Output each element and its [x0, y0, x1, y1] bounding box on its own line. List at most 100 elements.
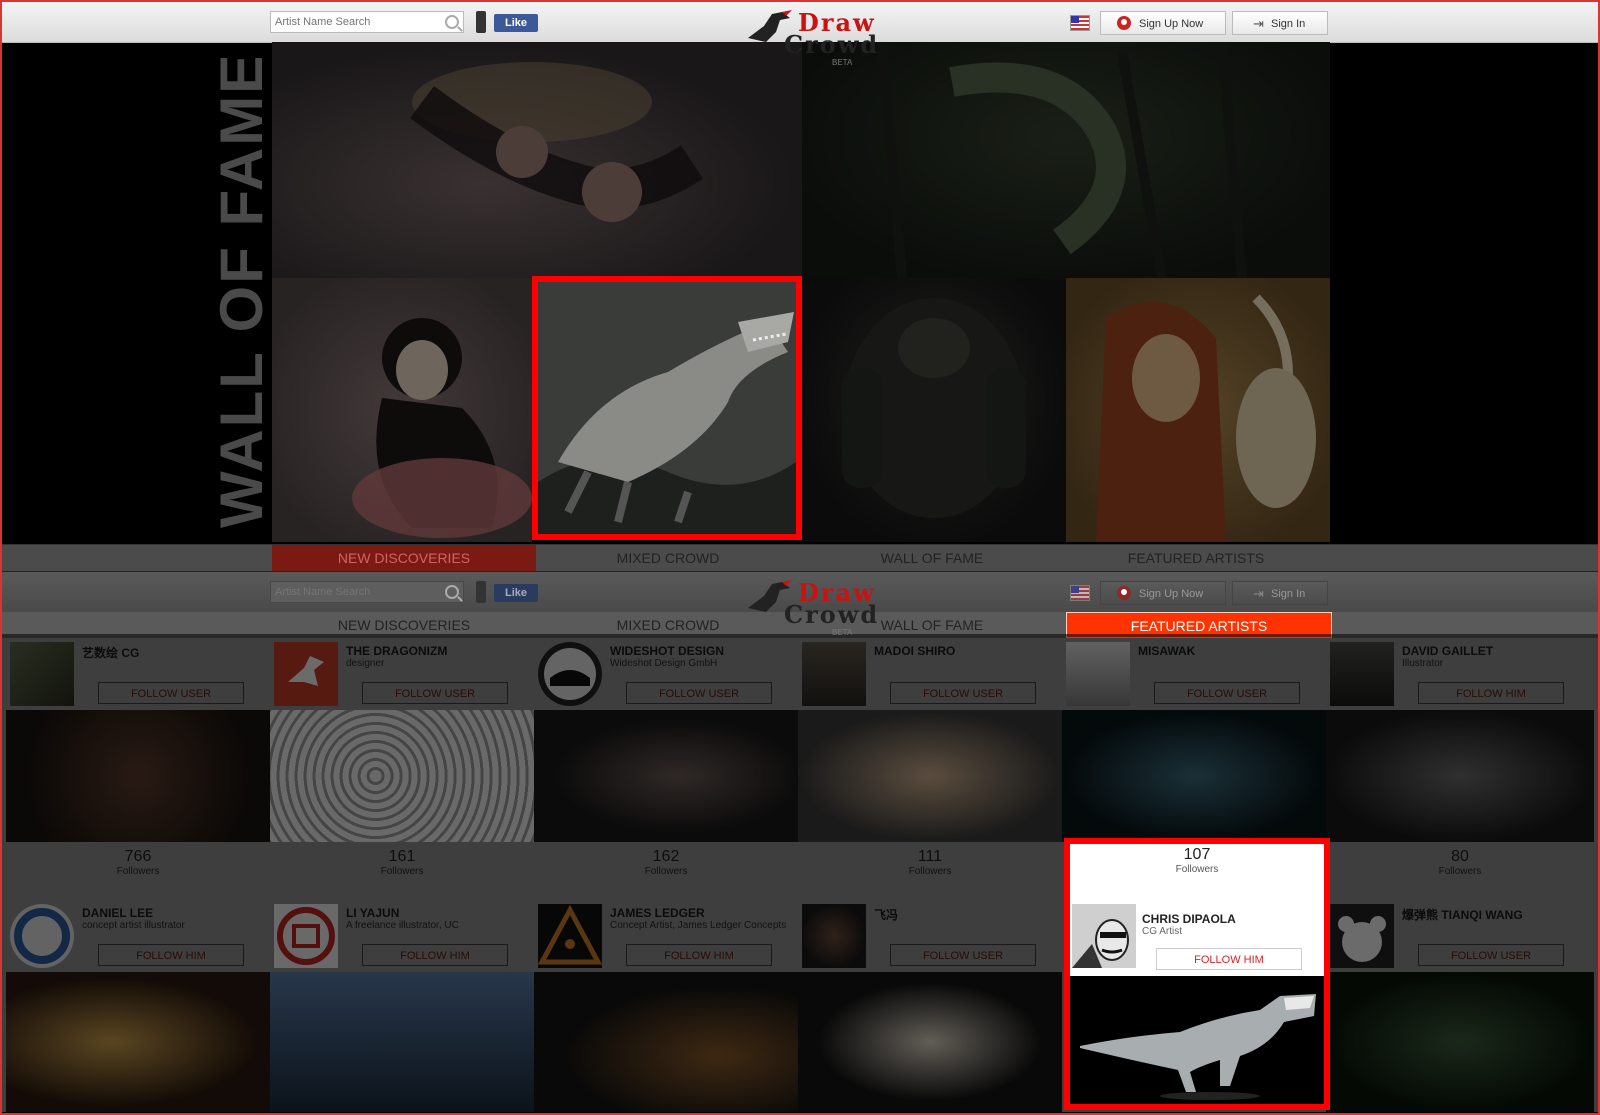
- sign-up-button-2[interactable]: Sign Up Now: [1100, 581, 1226, 605]
- artist-card[interactable]: 爆弹熊 TIANQI WANG FOLLOW USER: [1326, 900, 1594, 972]
- avatar[interactable]: [10, 642, 74, 706]
- follow-button[interactable]: FOLLOW USER: [98, 682, 244, 704]
- artist-role: concept artist illustrator: [82, 920, 185, 931]
- user-icon: [1117, 586, 1131, 600]
- avatar[interactable]: [538, 642, 602, 706]
- follow-button[interactable]: FOLLOW HIM: [362, 944, 508, 966]
- facebook-like-button-2[interactable]: Like: [494, 584, 538, 602]
- top-header: Like Draw Crowd BETA Sign Up Now ⇥ Sign …: [2, 2, 1598, 67]
- artist-card[interactable]: WIDESHOT DESIGN Wideshot Design GmbH FOL…: [534, 638, 798, 710]
- artist-artwork[interactable]: [534, 710, 798, 842]
- tab-mixed-crowd-top[interactable]: MIXED CROWD: [536, 545, 800, 571]
- mobile-icon[interactable]: [476, 11, 486, 33]
- artist-name[interactable]: DANIEL LEE: [82, 906, 153, 920]
- sign-in-button[interactable]: ⇥ Sign In: [1232, 11, 1328, 35]
- artist-artwork[interactable]: [1062, 710, 1326, 842]
- artist-card[interactable]: DAVID GAILLET Illustrator FOLLOW HIM: [1326, 638, 1594, 710]
- artist-card[interactable]: MISAWAK FOLLOW USER: [1062, 638, 1326, 710]
- artist-role: Concept Artist, James Ledger Concepts: [610, 920, 787, 931]
- facebook-like-button[interactable]: Like: [494, 14, 538, 32]
- featured-artists-grid: 艺数绘 CG FOLLOW USER THE DRAGONIZM designe…: [2, 638, 1598, 1112]
- drawcrowd-logo-2[interactable]: Draw Crowd BETA: [746, 574, 877, 638]
- artist-name[interactable]: THE DRAGONIZM: [346, 644, 447, 658]
- artist-name[interactable]: CHRIS DIPAOLA: [1142, 912, 1236, 926]
- drawcrowd-logo[interactable]: Draw Crowd BETA: [746, 4, 877, 68]
- us-flag-icon[interactable]: [1070, 15, 1090, 31]
- sign-up-button[interactable]: Sign Up Now: [1100, 11, 1226, 35]
- sign-in-label: Sign In: [1271, 18, 1306, 30]
- follow-button[interactable]: FOLLOW USER: [890, 944, 1036, 966]
- artist-name[interactable]: 爆弹熊 TIANQI WANG: [1402, 906, 1523, 923]
- follow-button[interactable]: FOLLOW USER: [890, 682, 1036, 704]
- artist-card[interactable]: JAMES LEDGER Concept Artist, James Ledge…: [534, 900, 798, 972]
- gallery-artwork-armored-beast[interactable]: [802, 278, 1066, 542]
- artist-artwork[interactable]: [6, 710, 270, 842]
- gallery-artwork-lovers[interactable]: [272, 42, 802, 278]
- artist-card[interactable]: LI YAJUN A freelance illustrator, UC FOL…: [270, 900, 534, 972]
- gallery-artwork-redhead-girl[interactable]: [1066, 278, 1330, 542]
- wall-of-fame-banner: WALL OF FAME: [214, 58, 270, 528]
- tab-wall-of-fame-top[interactable]: WALL OF FAME: [800, 545, 1064, 571]
- artist-artwork[interactable]: [270, 972, 534, 1112]
- sign-in-button-2[interactable]: ⇥ Sign In: [1232, 581, 1328, 605]
- tab-featured-artists-top[interactable]: FEATURED ARTISTS: [1064, 545, 1328, 571]
- follow-button[interactable]: FOLLOW USER: [1418, 944, 1564, 966]
- highlighted-artist-card[interactable]: 107 Followers CHRIS DIPAOLA CG Artist FO…: [1064, 838, 1330, 1110]
- gallery-artwork-girl-bunny[interactable]: [272, 278, 532, 542]
- avatar[interactable]: [802, 904, 866, 968]
- artist-name[interactable]: DAVID GAILLET: [1402, 644, 1493, 658]
- tab-new-discoveries-top[interactable]: NEW DISCOVERIES: [272, 545, 536, 571]
- follow-button[interactable]: FOLLOW USER: [626, 682, 772, 704]
- artist-role: Wideshot Design GmbH: [610, 658, 718, 669]
- artist-name[interactable]: MISAWAK: [1138, 644, 1195, 658]
- artist-card[interactable]: MADOI SHIRO FOLLOW USER: [798, 638, 1062, 710]
- follower-count: 162 Followers: [644, 848, 688, 877]
- artist-name[interactable]: 艺数绘 CG: [82, 644, 139, 661]
- artist-card[interactable]: DANIEL LEE concept artist illustrator FO…: [6, 900, 270, 972]
- follow-button[interactable]: FOLLOW USER: [362, 682, 508, 704]
- artist-card[interactable]: THE DRAGONIZM designer FOLLOW USER: [270, 638, 534, 710]
- avatar[interactable]: [802, 642, 866, 706]
- artist-search-input-2[interactable]: [271, 582, 435, 602]
- avatar[interactable]: [1330, 904, 1394, 968]
- avatar[interactable]: [1066, 642, 1130, 706]
- mobile-icon[interactable]: [476, 581, 486, 603]
- artist-name[interactable]: LI YAJUN: [346, 906, 399, 920]
- artist-name[interactable]: 飞冯: [874, 906, 898, 923]
- search-icon[interactable]: [445, 15, 459, 29]
- artist-artwork[interactable]: [798, 710, 1062, 842]
- follow-button[interactable]: FOLLOW USER: [1154, 682, 1300, 704]
- follow-button[interactable]: FOLLOW HIM: [626, 944, 772, 966]
- artist-name[interactable]: MADOI SHIRO: [874, 644, 955, 658]
- avatar[interactable]: [1330, 642, 1394, 706]
- search-icon[interactable]: [445, 585, 459, 599]
- follow-button[interactable]: FOLLOW HIM: [1156, 948, 1302, 970]
- artist-artwork[interactable]: [534, 972, 798, 1112]
- avatar[interactable]: [10, 904, 74, 968]
- artist-artwork-trex[interactable]: [1070, 976, 1324, 1104]
- artist-artwork[interactable]: [1326, 710, 1594, 842]
- tab-featured-artists[interactable]: FEATURED ARTISTS: [1066, 612, 1332, 638]
- avatar[interactable]: [274, 904, 338, 968]
- tab-new-discoveries[interactable]: NEW DISCOVERIES: [272, 612, 536, 638]
- follow-button[interactable]: FOLLOW HIM: [1418, 682, 1564, 704]
- artist-search-2[interactable]: [270, 581, 464, 603]
- artist-artwork[interactable]: [6, 972, 270, 1112]
- us-flag-icon[interactable]: [1070, 585, 1090, 601]
- follow-button[interactable]: FOLLOW HIM: [98, 944, 244, 966]
- artist-name[interactable]: WIDESHOT DESIGN: [610, 644, 724, 658]
- avatar[interactable]: [274, 642, 338, 706]
- artist-card[interactable]: 艺数绘 CG FOLLOW USER: [6, 638, 270, 710]
- artist-artwork[interactable]: [798, 972, 1062, 1112]
- artwork-trex-image: [538, 282, 796, 534]
- artist-card[interactable]: 飞冯 FOLLOW USER: [798, 900, 1062, 972]
- artist-artwork[interactable]: [270, 710, 534, 842]
- artist-search-input[interactable]: [271, 12, 435, 32]
- gallery-artwork-dragon-forest[interactable]: [802, 42, 1330, 278]
- artist-search[interactable]: [270, 11, 464, 33]
- avatar[interactable]: [538, 904, 602, 968]
- artist-name[interactable]: JAMES LEDGER: [610, 906, 705, 920]
- artist-artwork[interactable]: [1326, 972, 1594, 1112]
- highlighted-artwork-trex[interactable]: [532, 276, 802, 540]
- avatar[interactable]: [1072, 904, 1136, 968]
